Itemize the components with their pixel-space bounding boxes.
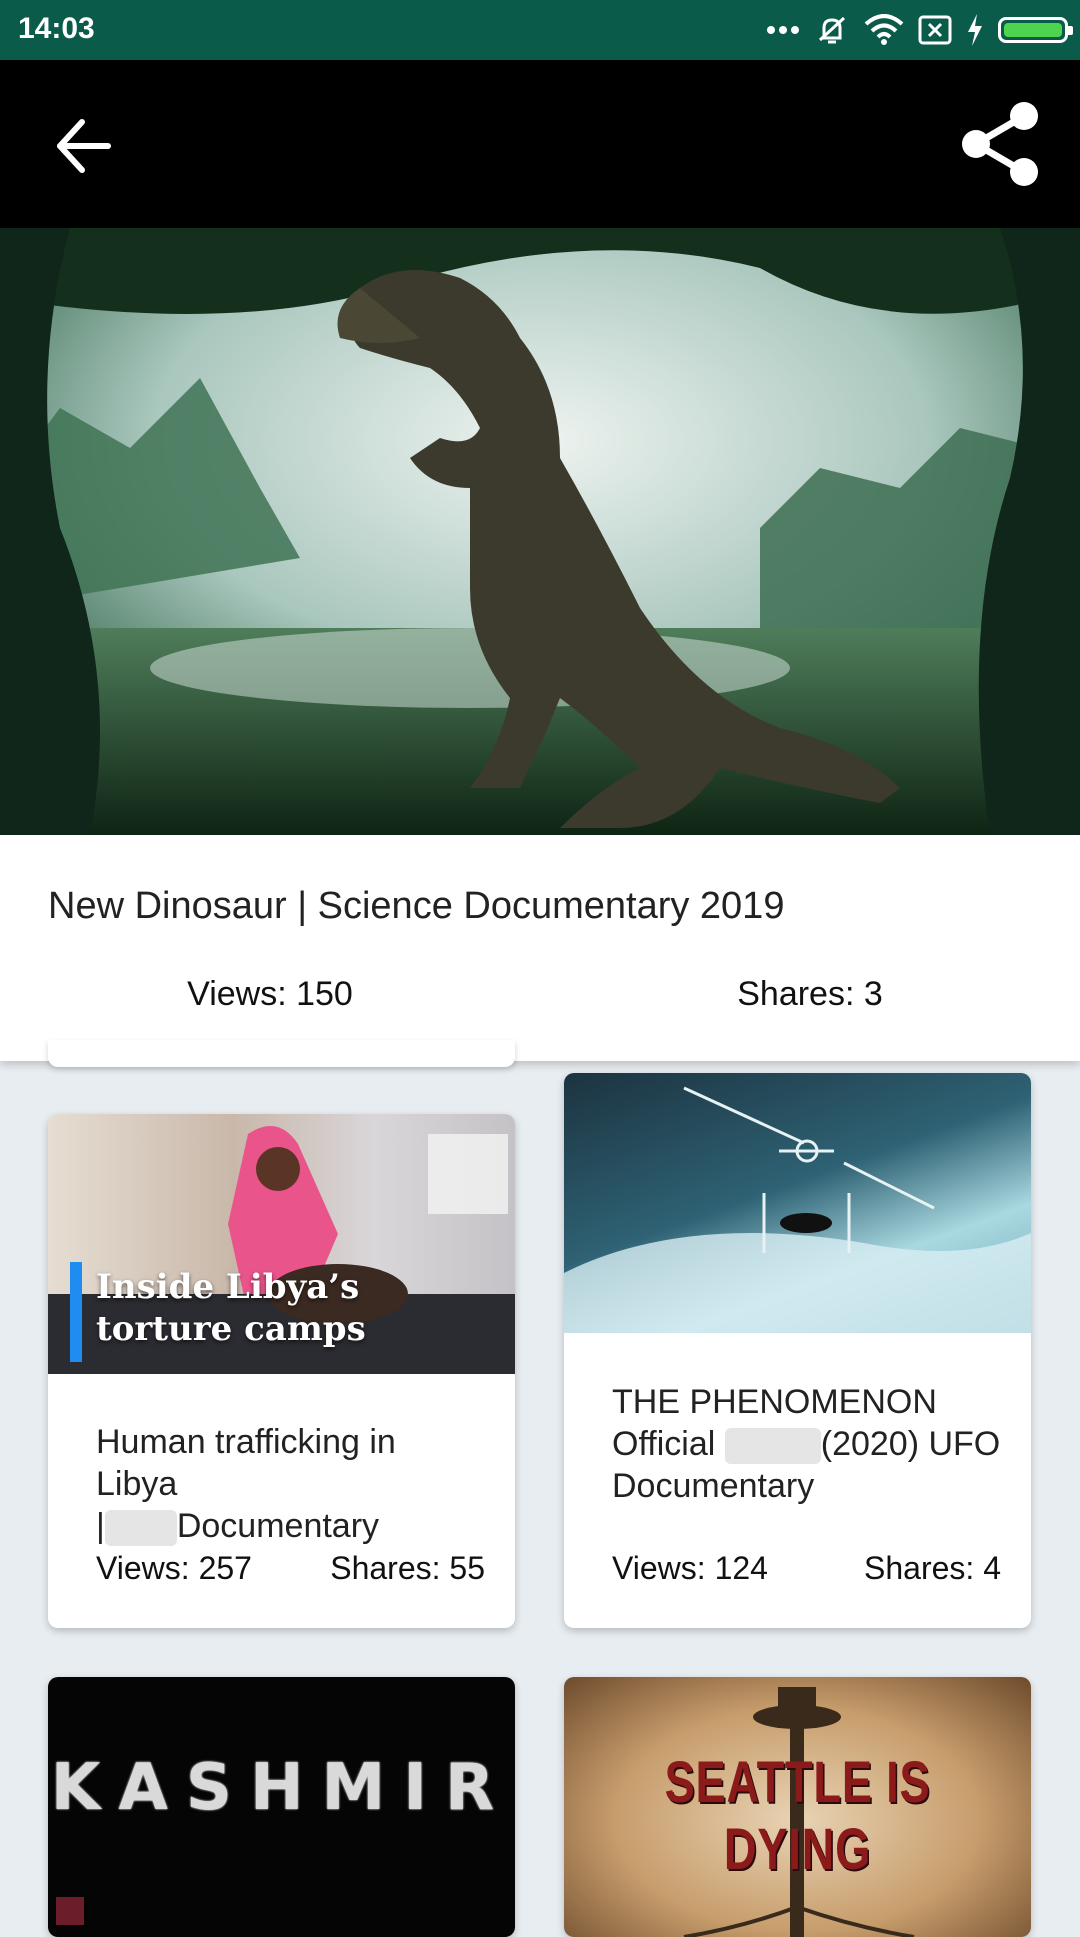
- share-button[interactable]: [956, 100, 1044, 188]
- redacted-text: [104, 1510, 177, 1547]
- thumbnail-caption-line2: torture camps: [96, 1309, 366, 1349]
- partial-card-bottom: [48, 1040, 515, 1067]
- card-title-line2: | Documentary: [96, 1507, 380, 1547]
- thumbnail-badge: [56, 1897, 84, 1925]
- sim-icon: [918, 15, 952, 45]
- card-views: Views: 257: [96, 1550, 252, 1586]
- card-title-line1: Human trafficking in Libya: [96, 1423, 396, 1503]
- back-button[interactable]: [48, 110, 120, 182]
- video-card[interactable]: SEATTLE IS DYING: [564, 1677, 1031, 1937]
- card-title: Human trafficking in Libya | Documentary: [96, 1421, 485, 1547]
- card-title: THE PHENOMENON Official (2020) UFO Docum…: [612, 1381, 1001, 1507]
- thumbnail-text: KASHMIR: [50, 1751, 513, 1825]
- status-time: 14:03: [18, 12, 95, 45]
- mute-icon: [814, 12, 850, 48]
- video-views: Views: 150: [187, 975, 353, 1013]
- card-shares: Shares: 4: [864, 1550, 1001, 1586]
- video-info-card: New Dinosaur | Science Documentary 2019 …: [0, 835, 1080, 1061]
- card-title-line2: Official (2020) UFO: [612, 1425, 1001, 1465]
- wifi-icon: [864, 14, 904, 46]
- card-views: Views: 124: [612, 1550, 768, 1586]
- status-bar: 14:03: [0, 0, 1080, 60]
- thumbnail-text: SEATTLE IS DYING: [664, 1750, 931, 1882]
- video-thumbnail: Inside Libya’s torture camps: [48, 1114, 515, 1374]
- status-icons: [766, 8, 1073, 52]
- video-thumbnail: SEATTLE IS DYING: [564, 1677, 1031, 1937]
- card-shares: Shares: 55: [330, 1550, 485, 1586]
- charging-icon: [966, 14, 984, 46]
- video-title: New Dinosaur | Science Documentary 2019: [48, 885, 785, 927]
- arrow-back-icon: [57, 119, 111, 173]
- card-title-line1: THE PHENOMENON: [612, 1383, 937, 1421]
- video-card[interactable]: KASHMIR: [48, 1677, 515, 1937]
- redacted-text: [724, 1428, 821, 1465]
- card-title-line3: Documentary: [612, 1467, 815, 1505]
- video-thumbnail: KASHMIR: [48, 1677, 515, 1937]
- video-card[interactable]: Inside Libya’s torture camps Human traff…: [48, 1114, 515, 1628]
- hero-video-thumbnail[interactable]: [0, 228, 1080, 835]
- share-icon: [962, 102, 1038, 186]
- video-thumbnail: [564, 1073, 1031, 1333]
- battery-icon: [998, 17, 1073, 43]
- more-icon: [766, 25, 800, 35]
- video-shares: Shares: 3: [737, 975, 883, 1013]
- thumbnail-caption-line1: Inside Libya’s: [96, 1267, 360, 1307]
- caption-accent-bar: [70, 1262, 82, 1362]
- video-card[interactable]: THE PHENOMENON Official (2020) UFO Docum…: [564, 1073, 1031, 1628]
- dinosaur-image: [0, 228, 1080, 835]
- app-bar: [0, 60, 1080, 228]
